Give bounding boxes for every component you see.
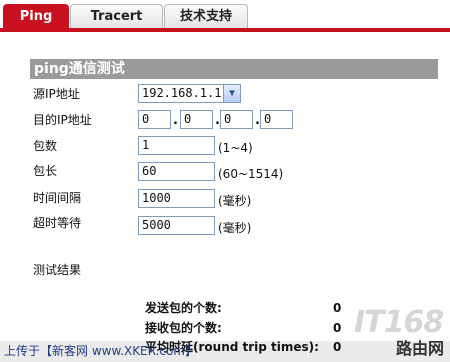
tab-ping[interactable]: Ping — [3, 4, 69, 28]
rtt-value: 0 — [333, 340, 342, 354]
dest-ip-octet-1[interactable]: 0 — [138, 110, 171, 129]
timeout-label: 超时等待 — [33, 216, 82, 230]
packet-size-hint: (60~1514) — [218, 167, 284, 181]
packet-size-input[interactable]: 60 — [138, 162, 215, 181]
chevron-down-icon[interactable]: ▼ — [223, 85, 240, 102]
packet-count-hint: (1~4) — [218, 141, 253, 155]
packet-count-input[interactable]: 1 — [138, 136, 215, 155]
timeout-hint: (毫秒) — [218, 221, 252, 235]
source-ip-label: 源IP地址 — [33, 87, 80, 101]
dest-ip-octet-3[interactable]: 0 — [220, 110, 253, 129]
interval-hint: (毫秒) — [218, 194, 252, 208]
dest-ip-octet-2[interactable]: 0 — [180, 110, 213, 129]
sent-count-label: 发送包的个数: — [145, 301, 222, 315]
received-count-label: 接收包的个数: — [145, 321, 222, 335]
dest-ip-octet-4[interactable]: 0 — [260, 110, 293, 129]
tab-bar: Ping Tracert 技术支持 — [0, 0, 450, 32]
footer-source-text: 上传于【新客网 www.XKER.com】 — [4, 344, 197, 358]
source-ip-select[interactable]: 192.168.1.1 ▼ — [138, 84, 241, 103]
footer-site-name: 路由网 — [395, 339, 444, 358]
ip-separator: . — [173, 113, 178, 128]
interval-input[interactable]: 1000 — [138, 189, 215, 208]
tab-tracert[interactable]: Tracert — [70, 4, 163, 28]
tab-tech-support[interactable]: 技术支持 — [164, 4, 248, 28]
section-title: ping通信测试 — [30, 59, 438, 79]
packet-size-label: 包长 — [33, 164, 58, 178]
timeout-input[interactable]: 5000 — [138, 216, 215, 235]
interval-label: 时间间隔 — [33, 191, 82, 205]
sent-count-value: 0 — [333, 301, 342, 315]
received-count-value: 0 — [333, 321, 342, 335]
packet-count-label: 包数 — [33, 139, 58, 153]
dest-ip-label: 目的IP地址 — [33, 113, 92, 127]
results-title: 测试结果 — [33, 263, 82, 277]
source-ip-value: 192.168.1.1 — [142, 86, 222, 100]
